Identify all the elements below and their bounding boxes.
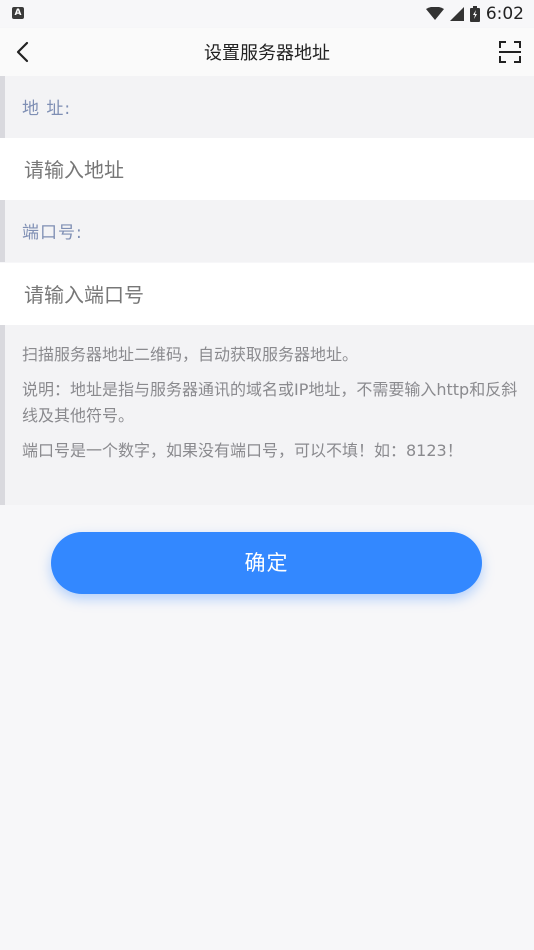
address-input[interactable]: [22, 138, 516, 202]
port-label-section: 端口号:: [0, 200, 534, 262]
address-label: 地 址:: [22, 99, 72, 119]
notification-badge: A: [12, 7, 24, 19]
port-label: 端口号:: [22, 223, 83, 243]
port-input[interactable]: [22, 263, 516, 327]
scan-icon: [499, 41, 521, 63]
battery-icon: [469, 6, 480, 22]
wifi-icon: [425, 7, 444, 20]
address-field-container: [0, 138, 534, 202]
port-field-container: [0, 263, 534, 327]
signal-icon: [449, 7, 464, 21]
app-header: 设置服务器地址: [0, 28, 534, 76]
confirm-button[interactable]: 确定: [51, 532, 482, 594]
help-notes: 扫描服务器地址二维码，自动获取服务器地址。 说明：地址是指与服务器通讯的域名或I…: [0, 325, 534, 505]
clock: 6:02: [485, 4, 524, 24]
note-scan: 扫描服务器地址二维码，自动获取服务器地址。: [22, 345, 359, 364]
status-icons: 6:02: [425, 4, 524, 24]
note-port: 端口号是一个数字，如果没有端口号，可以不填！如：8123！: [22, 441, 463, 460]
scan-button[interactable]: [496, 38, 524, 66]
note-address: 说明：地址是指与服务器通讯的域名或IP地址，不需要输入http和反斜线及其他符号…: [22, 380, 518, 425]
address-label-section: 地 址:: [0, 76, 534, 138]
status-bar: A 6:02: [0, 0, 534, 28]
page-title: 设置服务器地址: [204, 43, 330, 64]
